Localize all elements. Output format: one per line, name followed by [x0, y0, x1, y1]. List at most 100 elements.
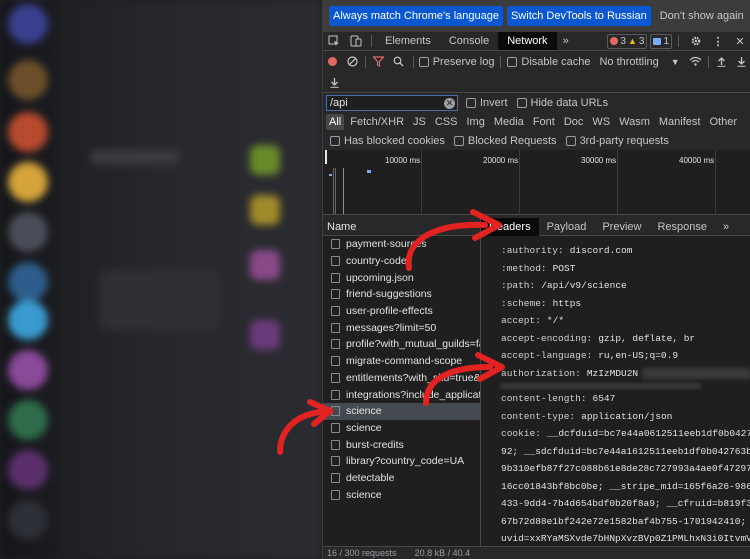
header-row: :authority: discord.com	[481, 242, 750, 260]
type-filter-other[interactable]: Other	[706, 114, 740, 130]
checkbox-box[interactable]	[466, 98, 476, 108]
clear-filter-icon[interactable]: ✕	[444, 97, 455, 109]
network-conditions-wifi-icon[interactable]	[686, 52, 705, 72]
file-icon	[331, 389, 340, 400]
download-har-icon[interactable]	[732, 52, 750, 72]
blocked-requests-checkbox[interactable]: Blocked Requests	[453, 135, 557, 147]
tab-network[interactable]: Network	[498, 32, 557, 50]
tab-payload[interactable]: Payload	[539, 218, 595, 236]
filter-input[interactable]: /api ✕	[326, 95, 458, 111]
header-value: gzip, deflate, br	[598, 332, 696, 344]
tab-console[interactable]: Console	[440, 32, 498, 50]
dont-show-again-button[interactable]: Don't show again	[655, 7, 749, 25]
header-name: :method:	[501, 262, 547, 274]
blurred-app-background	[0, 0, 322, 559]
search-icon[interactable]	[388, 52, 407, 72]
type-filter-fetch-xhr[interactable]: Fetch/XHR	[347, 114, 407, 130]
list-item[interactable]: entitlements?with_sku=true&...	[323, 370, 480, 387]
messages-badge[interactable]: 1	[650, 33, 672, 49]
checkbox-box[interactable]	[453, 136, 464, 146]
header-name: accept-language:	[501, 350, 593, 362]
header-row: :method: POST	[481, 260, 750, 278]
inspect-element-icon[interactable]	[323, 32, 345, 50]
list-item[interactable]: country-code	[323, 253, 480, 270]
type-filter-img[interactable]: Img	[464, 114, 488, 130]
list-item[interactable]: profile?with_mutual_guilds=fa...	[323, 336, 480, 353]
type-filter-wasm[interactable]: Wasm	[616, 114, 653, 130]
request-name: payment-sources	[346, 238, 427, 251]
type-filter-font[interactable]: Font	[530, 114, 558, 130]
divider	[323, 92, 750, 93]
header-row: :scheme: https	[481, 295, 750, 313]
list-item[interactable]: friend-suggestions	[323, 286, 480, 303]
throttling-select[interactable]: No throttling ▼	[599, 56, 679, 68]
list-item[interactable]: migrate-command-scope	[323, 353, 480, 370]
record-icon[interactable]	[323, 52, 342, 72]
disable-cache-checkbox[interactable]: Disable cache	[507, 56, 590, 68]
always-match-language-button[interactable]: Always match Chrome's language	[329, 6, 503, 26]
header-row: :path: /api/v9/science	[481, 277, 750, 295]
list-item-selected[interactable]: science	[323, 402, 480, 420]
clear-icon[interactable]	[342, 52, 361, 72]
header-name: authorization:	[501, 367, 581, 379]
list-item[interactable]: user-profile-effects	[323, 303, 480, 320]
header-name: :scheme:	[501, 297, 547, 309]
checkbox-box[interactable]	[330, 136, 340, 146]
tab-preview[interactable]: Preview	[594, 218, 649, 236]
file-icon	[331, 372, 340, 383]
list-item[interactable]: integrations?include_applicati...	[323, 386, 480, 403]
type-filter-manifest[interactable]: Manifest	[656, 114, 704, 130]
type-filter-media[interactable]: Media	[491, 114, 527, 130]
list-item[interactable]: upcoming.json	[323, 269, 480, 286]
timeline-tick-label: 40000 ms	[679, 156, 715, 165]
timeline-overview[interactable]: 10000 ms 20000 ms 30000 ms 40000 ms	[323, 150, 750, 214]
blocked-filters-row: Has blocked cookies Blocked Requests 3rd…	[323, 133, 750, 149]
invert-checkbox[interactable]: Invert	[466, 97, 508, 109]
checkbox-box[interactable]	[507, 56, 518, 67]
timeline-bar	[329, 174, 332, 176]
list-item[interactable]: science	[323, 420, 480, 437]
tab-elements[interactable]: Elements	[376, 32, 440, 50]
tab-response[interactable]: Response	[649, 218, 715, 236]
checkbox-box[interactable]	[418, 56, 429, 67]
close-icon[interactable]: ✕	[729, 32, 750, 50]
preserve-log-checkbox[interactable]: Preserve log	[418, 56, 494, 68]
type-filter-ws[interactable]: WS	[589, 114, 613, 130]
list-item[interactable]: library?country_code=UA	[323, 453, 480, 470]
filter-icon[interactable]	[369, 52, 388, 72]
list-item[interactable]: messages?limit=50	[323, 319, 480, 336]
more-tabs-button[interactable]: »	[557, 32, 575, 50]
file-icon	[331, 456, 340, 467]
throttling-value: No throttling	[599, 55, 659, 68]
has-blocked-cookies-checkbox[interactable]: Has blocked cookies	[330, 135, 445, 147]
issues-badge[interactable]: 3 ▲ 3	[607, 33, 648, 49]
server-icon	[8, 262, 48, 302]
blocked-requests-label: Blocked Requests	[467, 135, 557, 147]
checkbox-box[interactable]	[516, 98, 527, 108]
error-icon	[610, 37, 619, 45]
export-har-icon[interactable]	[323, 72, 345, 92]
more-detail-tabs-button[interactable]: »	[715, 218, 737, 236]
list-item[interactable]: burst-credits	[323, 436, 480, 453]
type-filter-all[interactable]: All	[326, 114, 345, 130]
file-icon	[331, 239, 340, 250]
list-item[interactable]: payment-sources	[323, 236, 480, 253]
devtools-panel: Always match Chrome's language Switch De…	[322, 0, 750, 559]
type-filter-css[interactable]: CSS	[432, 114, 461, 130]
switch-to-russian-button[interactable]: Switch DevTools to Russian	[506, 6, 651, 26]
type-filter-doc[interactable]: Doc	[561, 114, 587, 130]
tab-headers[interactable]: Headers	[481, 217, 539, 236]
checkbox-box[interactable]	[565, 136, 576, 146]
upload-har-icon[interactable]	[712, 52, 731, 72]
details-tab-bar: Headers Payload Preview Response »	[481, 217, 750, 236]
settings-gear-icon[interactable]	[685, 32, 707, 50]
device-toolbar-icon[interactable]	[345, 32, 367, 50]
third-party-requests-checkbox[interactable]: 3rd-party requests	[565, 135, 669, 147]
request-name: country-code	[346, 255, 407, 268]
list-item[interactable]: science	[323, 486, 480, 503]
type-filter-js[interactable]: JS	[410, 114, 429, 130]
name-column-header[interactable]: Name	[323, 218, 480, 236]
hide-data-urls-checkbox[interactable]: Hide data URLs	[516, 97, 608, 109]
kebab-menu-icon[interactable]: ⋮	[707, 32, 729, 50]
list-item[interactable]: detectable	[323, 470, 480, 487]
